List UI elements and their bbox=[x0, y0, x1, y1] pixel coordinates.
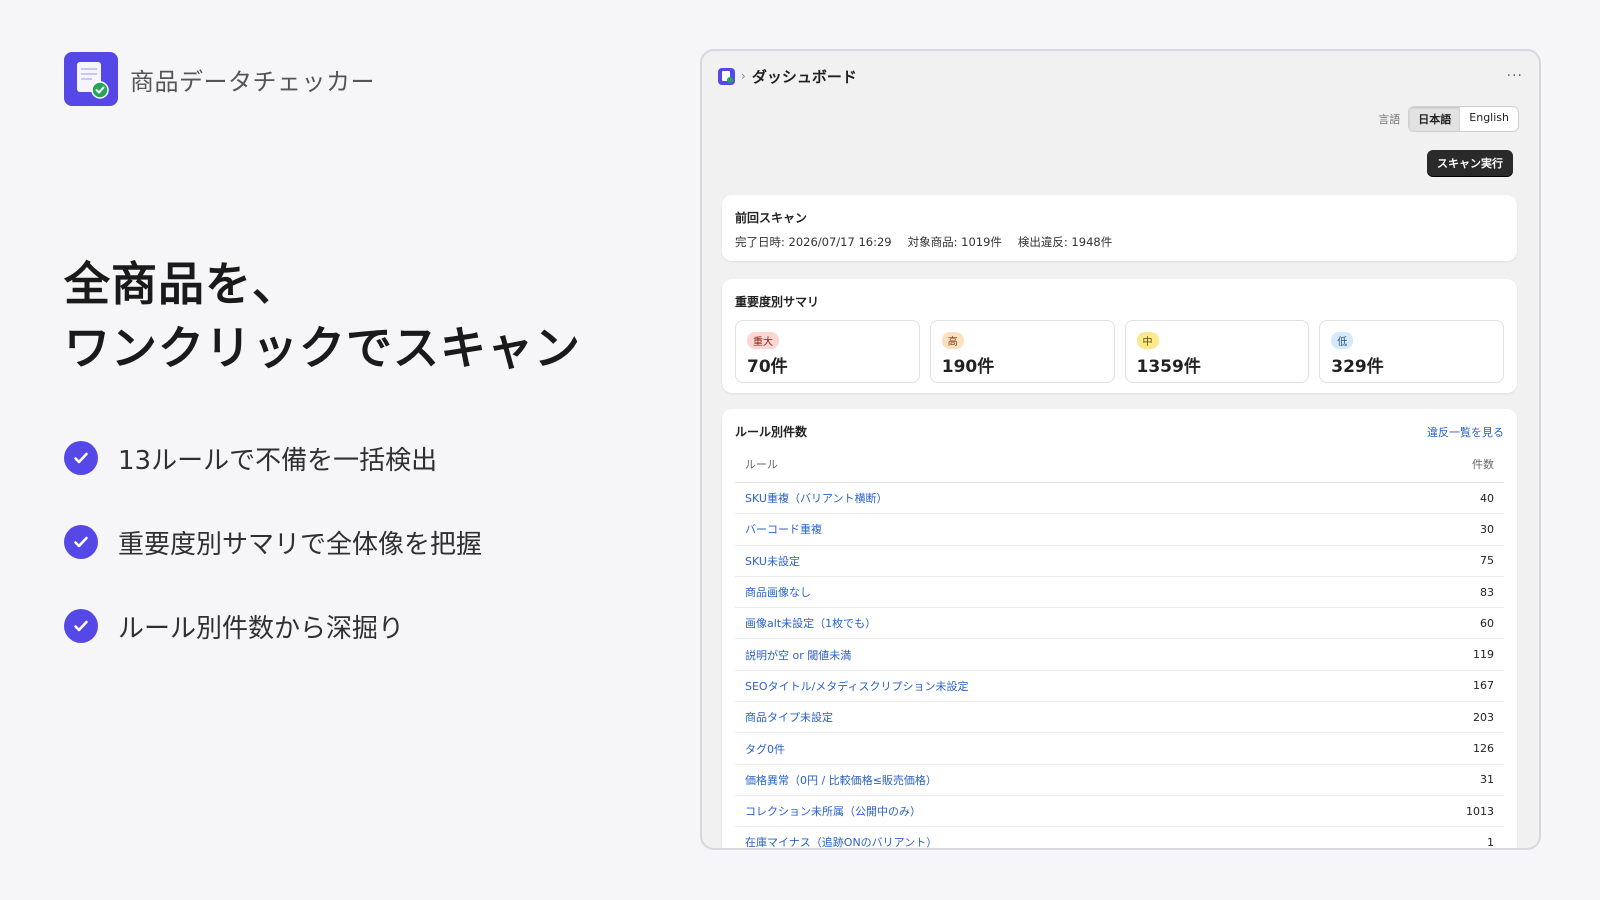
title-bar: › ダッシュボード ··· bbox=[702, 51, 1539, 101]
feature-item: 13ルールで不備を一括検出 bbox=[64, 440, 482, 476]
language-segmented-control: 日本語 English bbox=[1408, 106, 1519, 132]
severity-badge: 高 bbox=[941, 332, 964, 349]
rule-count: 167 bbox=[1473, 679, 1494, 693]
rule-name-link[interactable]: SKU未設定 bbox=[745, 553, 800, 569]
table-row: SKU重複（バリアント横断） 40 bbox=[735, 483, 1504, 515]
rule-name-link[interactable]: コレクション未所属（公開中のみ） bbox=[745, 803, 921, 819]
table-body: SKU重複（バリアント横断） 40 バーコード重複 30 SKU未設定 75 商品画像なし 8… bbox=[735, 483, 1504, 849]
run-scan-button[interactable]: スキャン実行 bbox=[1427, 150, 1513, 176]
severity-summary-title: 重要度別サマリ bbox=[735, 295, 820, 309]
rule-name-link[interactable]: バーコード重複 bbox=[745, 521, 822, 537]
headline: 全商品を、 ワンクリックでスキャン bbox=[64, 252, 581, 380]
language-option-ja[interactable]: 日本語 bbox=[1409, 107, 1461, 131]
feature-item: 重要度別サマリで全体像を把握 bbox=[64, 524, 482, 560]
brand: 商品データチェッカー bbox=[64, 52, 375, 106]
table-row: SKU未設定 75 bbox=[735, 546, 1504, 577]
severity-badge: 低 bbox=[1331, 332, 1354, 349]
last-scan-violations: 検出違反: 1948件 bbox=[1017, 235, 1113, 249]
feature-item: ルール別件数から深掘り bbox=[64, 608, 482, 644]
headline-line-2: ワンクリックでスキャン bbox=[64, 321, 581, 375]
feature-text: ルール別件数から深掘り bbox=[118, 613, 405, 644]
view-violations-link[interactable]: 違反一覧を見る bbox=[1427, 424, 1504, 440]
rule-count: 60 bbox=[1480, 616, 1494, 630]
severity-medium: 中 1359件 bbox=[1124, 320, 1310, 383]
rule-counts-card: ルール別件数 違反一覧を見る ルール 件数 SKU重複（バリアント横断） 40 バー… bbox=[722, 409, 1517, 849]
rule-counts-header: ルール別件数 違反一覧を見る bbox=[735, 423, 1504, 440]
last-scan-title: 前回スキャン bbox=[735, 211, 808, 225]
table-row: 商品画像なし 83 bbox=[735, 577, 1504, 609]
rule-count: 31 bbox=[1480, 773, 1494, 787]
severity-count: 70件 bbox=[747, 357, 788, 377]
severity-summary-card: 重要度別サマリ 重大 70件 高 190件 中 1359件 低 329件 bbox=[722, 279, 1517, 393]
rule-count: 1013 bbox=[1466, 804, 1494, 818]
rule-name-link[interactable]: 在庫マイナス（追跡ONのバリアント） bbox=[745, 834, 937, 848]
table-row: バーコード重複 30 bbox=[735, 514, 1504, 546]
severity-badge: 中 bbox=[1136, 332, 1159, 349]
app-window: › ダッシュボード ··· 言語 日本語 English スキャン実行 前回スキ… bbox=[700, 49, 1541, 850]
severity-badge: 重大 bbox=[747, 332, 779, 349]
severity-high: 高 190件 bbox=[929, 320, 1115, 383]
more-horizontal-icon[interactable]: ··· bbox=[1507, 68, 1523, 84]
check-circle-icon bbox=[64, 525, 98, 559]
table-header: ルール 件数 bbox=[735, 456, 1504, 483]
language-option-en[interactable]: English bbox=[1460, 107, 1518, 131]
severity-count: 190件 bbox=[941, 357, 995, 377]
feature-text: 重要度別サマリで全体像を把握 bbox=[118, 529, 483, 560]
brand-name: 商品データチェッカー bbox=[130, 67, 375, 96]
table-row: 説明が空 or 閾値未満 119 bbox=[735, 639, 1504, 671]
breadcrumb-dashboard: ダッシュボード bbox=[751, 67, 857, 86]
rule-count: 83 bbox=[1480, 585, 1494, 599]
table-row: SEOタイトル/メタディスクリプション未設定 167 bbox=[735, 671, 1504, 703]
app-icon bbox=[718, 67, 735, 85]
rule-name-link[interactable]: SKU重複（バリアント横断） bbox=[745, 490, 888, 506]
severity-count: 329件 bbox=[1331, 357, 1384, 377]
headline-line-1: 全商品を、 bbox=[64, 257, 299, 311]
table-row: 在庫マイナス（追跡ONのバリアント） 1 bbox=[735, 827, 1504, 849]
feature-list: 13ルールで不備を一括検出 重要度別サマリで全体像を把握 ルール別件数から深掘り bbox=[64, 440, 482, 692]
rule-name-link[interactable]: 商品画像なし bbox=[745, 584, 811, 600]
check-circle-icon bbox=[64, 441, 98, 475]
rule-count: 30 bbox=[1480, 522, 1494, 536]
table-row: コレクション未所属（公開中のみ） 1013 bbox=[735, 796, 1504, 828]
rule-name-link[interactable]: 価格異常（0円 / 比較価格≤販売価格） bbox=[745, 772, 937, 788]
feature-text: 13ルールで不備を一括検出 bbox=[118, 445, 438, 476]
rule-counts-title: ルール別件数 bbox=[735, 425, 808, 439]
rule-count: 40 bbox=[1480, 491, 1494, 505]
rule-name-link[interactable]: 説明が空 or 閾値未満 bbox=[745, 647, 851, 663]
rule-counts-table: ルール 件数 SKU重複（バリアント横断） 40 バーコード重複 30 SKU未設定 75… bbox=[735, 456, 1504, 849]
last-scan-meta: 完了日時: 2026/07/17 16:29 対象商品: 1019件 検出違反:… bbox=[735, 234, 1504, 250]
rule-name-link[interactable]: SEOタイトル/メタディスクリプション未設定 bbox=[745, 678, 969, 694]
table-row: 画像alt未設定（1枚でも） 60 bbox=[735, 608, 1504, 640]
column-header-count: 件数 bbox=[1472, 458, 1494, 471]
rule-count: 203 bbox=[1473, 710, 1494, 724]
last-scan-products: 対象商品: 1019件 bbox=[907, 235, 1002, 249]
severity-grid: 重大 70件 高 190件 中 1359件 低 329件 bbox=[735, 320, 1504, 383]
chevron-right-icon: › bbox=[741, 69, 746, 83]
rule-count: 119 bbox=[1473, 648, 1494, 662]
last-scan-completed: 完了日時: 2026/07/17 16:29 bbox=[735, 235, 892, 249]
rule-count: 126 bbox=[1473, 742, 1494, 756]
last-scan-card: 前回スキャン 完了日時: 2026/07/17 16:29 対象商品: 1019… bbox=[722, 195, 1517, 261]
table-row: 商品タイプ未設定 203 bbox=[735, 702, 1504, 734]
severity-low: 低 329件 bbox=[1319, 320, 1504, 383]
check-circle-icon bbox=[64, 609, 98, 643]
column-header-rule: ルール bbox=[745, 458, 778, 471]
document-check-icon bbox=[64, 52, 118, 106]
rule-count: 1 bbox=[1487, 835, 1494, 849]
rule-count: 75 bbox=[1480, 554, 1494, 568]
language-label: 言語 bbox=[1378, 113, 1401, 126]
severity-critical: 重大 70件 bbox=[735, 320, 920, 383]
severity-count: 1359件 bbox=[1136, 357, 1201, 377]
rule-name-link[interactable]: タグ0件 bbox=[745, 741, 785, 757]
rule-name-link[interactable]: 画像alt未設定（1枚でも） bbox=[745, 615, 876, 631]
rule-name-link[interactable]: 商品タイプ未設定 bbox=[745, 709, 833, 725]
table-row: 価格異常（0円 / 比較価格≤販売価格） 31 bbox=[735, 765, 1504, 796]
table-row: タグ0件 126 bbox=[735, 733, 1504, 765]
language-switcher: 言語 日本語 English bbox=[1378, 106, 1519, 132]
